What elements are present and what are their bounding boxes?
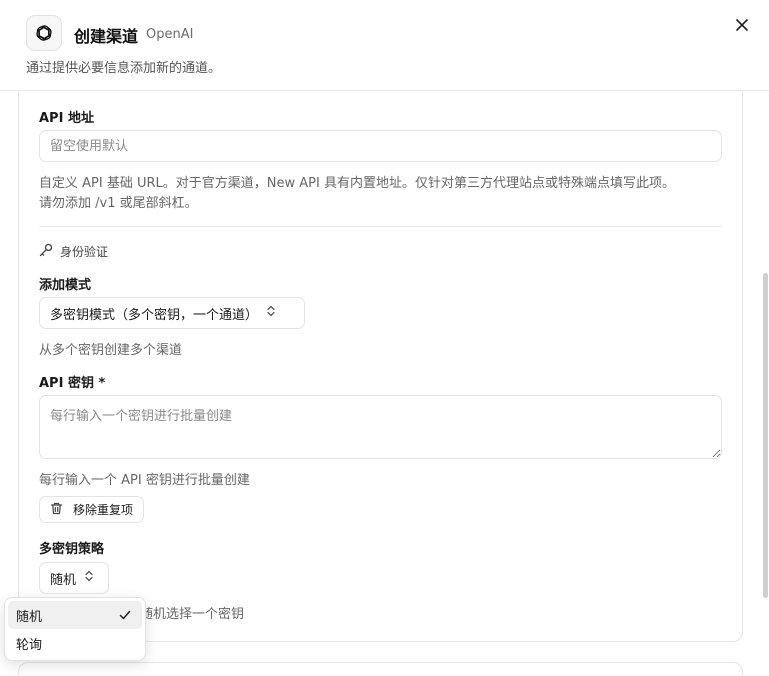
remove-duplicates-button[interactable]: 移除重复项 — [39, 496, 145, 523]
dropdown-option-round-robin[interactable]: 轮询 — [8, 629, 142, 657]
dropdown-option-random[interactable]: 随机 — [8, 601, 142, 629]
dialog-header: 创建渠道 OpenAI 通过提供必要信息添加新的通道。 — [0, 0, 769, 91]
api-address-label: API 地址 — [39, 111, 94, 126]
openai-logo-icon — [26, 15, 62, 51]
api-key-label: API 密钥 * — [39, 376, 106, 391]
form-scroll-area[interactable]: API 地址 自定义 API 基础 URL。对于官方渠道，New API 具有内… — [0, 91, 769, 676]
section-divider — [39, 226, 722, 227]
add-mode-select[interactable]: 多密钥模式（多个密钥，一个通道） — [39, 297, 305, 329]
api-key-help: 每行输入一个 API 密钥进行批量创建 — [39, 473, 250, 488]
strategy-help: 随机选择一个密钥 — [140, 607, 245, 622]
trash-icon — [50, 502, 63, 518]
auth-section-label: 身份验证 — [60, 245, 109, 259]
dialog-title: 创建渠道 — [74, 27, 139, 46]
option-label: 随机 — [16, 609, 43, 625]
select-chevrons-icon — [266, 305, 276, 321]
strategy-dropdown-menu: 随机 轮询 — [4, 597, 146, 661]
auth-section-title: 身份验证 — [39, 243, 108, 260]
close-icon[interactable] — [731, 14, 753, 36]
check-icon — [118, 608, 132, 626]
key-icon — [39, 243, 53, 260]
add-mode-help: 从多个密钥创建多个渠道 — [39, 343, 183, 358]
strategy-select[interactable]: 随机 — [39, 562, 109, 594]
api-key-textarea[interactable] — [39, 395, 722, 459]
add-mode-label: 添加模式 — [39, 278, 92, 293]
select-chevrons-icon — [84, 570, 94, 586]
api-address-input[interactable] — [39, 130, 722, 162]
scrollbar-thumb[interactable] — [763, 273, 768, 598]
strategy-value: 随机 — [50, 572, 77, 588]
strategy-label: 多密钥策略 — [39, 542, 105, 557]
dialog-subtitle: 通过提供必要信息添加新的通道。 — [26, 61, 222, 76]
option-label: 轮询 — [16, 637, 43, 653]
next-form-card — [18, 662, 743, 676]
api-address-help-note: 请勿添加 /v1 或尾部斜杠。 — [39, 196, 198, 211]
remove-duplicates-label: 移除重复项 — [73, 503, 134, 517]
create-channel-dialog: 创建渠道 OpenAI 通过提供必要信息添加新的通道。 API 地址 自定义 A… — [0, 0, 769, 676]
api-address-help: 自定义 API 基础 URL。对于官方渠道，New API 具有内置地址。仅针对… — [39, 176, 675, 191]
provider-name: OpenAI — [146, 27, 194, 42]
add-mode-value: 多密钥模式（多个密钥，一个通道） — [50, 307, 259, 323]
